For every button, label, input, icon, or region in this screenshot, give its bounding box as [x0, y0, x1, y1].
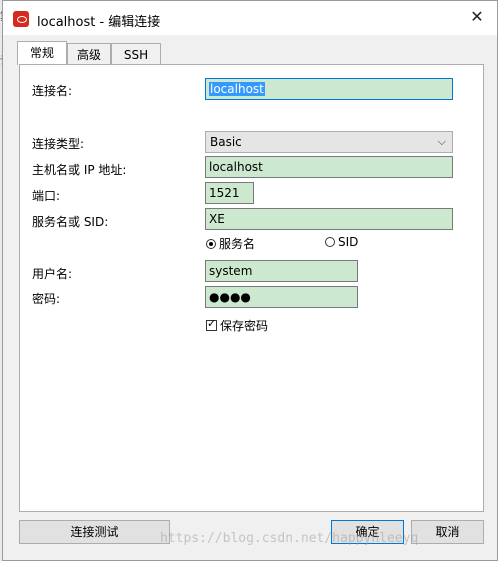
service-value: XE — [209, 212, 225, 226]
window-title: localhost - 编辑连接 — [37, 15, 161, 30]
host-field[interactable]: localhost — [205, 156, 453, 178]
connection-type-label: 连接类型: — [32, 137, 85, 151]
host-label: 主机名或 IP 地址: — [32, 163, 127, 177]
port-value: 1521 — [209, 186, 240, 200]
radio-button-selected — [206, 239, 216, 249]
tab-ssh[interactable]: SSH — [111, 43, 161, 65]
cancel-button[interactable]: 取消 — [411, 520, 484, 544]
service-field[interactable]: XE — [205, 208, 453, 230]
general-panel: 连接名: localhost 连接类型: Basic ⌵ 主机名或 IP 地址:… — [19, 64, 484, 512]
tab-general[interactable]: 常规 — [17, 41, 67, 65]
port-label: 端口: — [32, 189, 61, 203]
radio-button-unselected — [325, 237, 335, 247]
username-field[interactable]: system — [205, 260, 358, 282]
radio-sid[interactable]: SID — [325, 235, 358, 249]
host-value: localhost — [209, 160, 263, 174]
checkbox-checked-icon — [206, 317, 217, 331]
edit-connection-dialog: localhost - 编辑连接 ✕ 常规 高级 SSH 连接名: localh… — [2, 0, 498, 561]
password-field[interactable]: ●●●● — [205, 286, 358, 308]
oracle-icon — [13, 11, 29, 27]
connection-name-field[interactable]: localhost — [205, 78, 453, 100]
radio-service-name[interactable]: 服务名 — [206, 235, 255, 252]
test-connection-button[interactable]: 连接测试 — [19, 520, 170, 544]
close-icon[interactable]: ✕ — [467, 7, 487, 27]
username-value: system — [209, 264, 253, 278]
username-label: 用户名: — [32, 267, 73, 281]
radio-sid-label: SID — [338, 235, 359, 249]
save-password-label: 保存密码 — [220, 319, 269, 333]
service-label: 服务名或 SID: — [32, 215, 109, 229]
radio-service-name-label: 服务名 — [219, 237, 256, 251]
ok-button[interactable]: 确定 — [331, 520, 404, 544]
tab-advanced[interactable]: 高级 — [67, 43, 111, 65]
connection-type-value: Basic — [210, 135, 242, 149]
connection-name-value: localhost — [209, 82, 265, 96]
save-password-checkbox[interactable]: 保存密码 — [206, 317, 268, 334]
password-label: 密码: — [32, 292, 61, 306]
chevron-down-icon: ⌵ — [437, 135, 446, 148]
port-field[interactable]: 1521 — [205, 182, 254, 204]
connection-name-label: 连接名: — [32, 84, 73, 98]
connection-type-select[interactable]: Basic ⌵ — [205, 131, 453, 153]
title-bar: localhost - 编辑连接 ✕ — [3, 1, 497, 35]
password-value: ●●●● — [209, 290, 251, 304]
